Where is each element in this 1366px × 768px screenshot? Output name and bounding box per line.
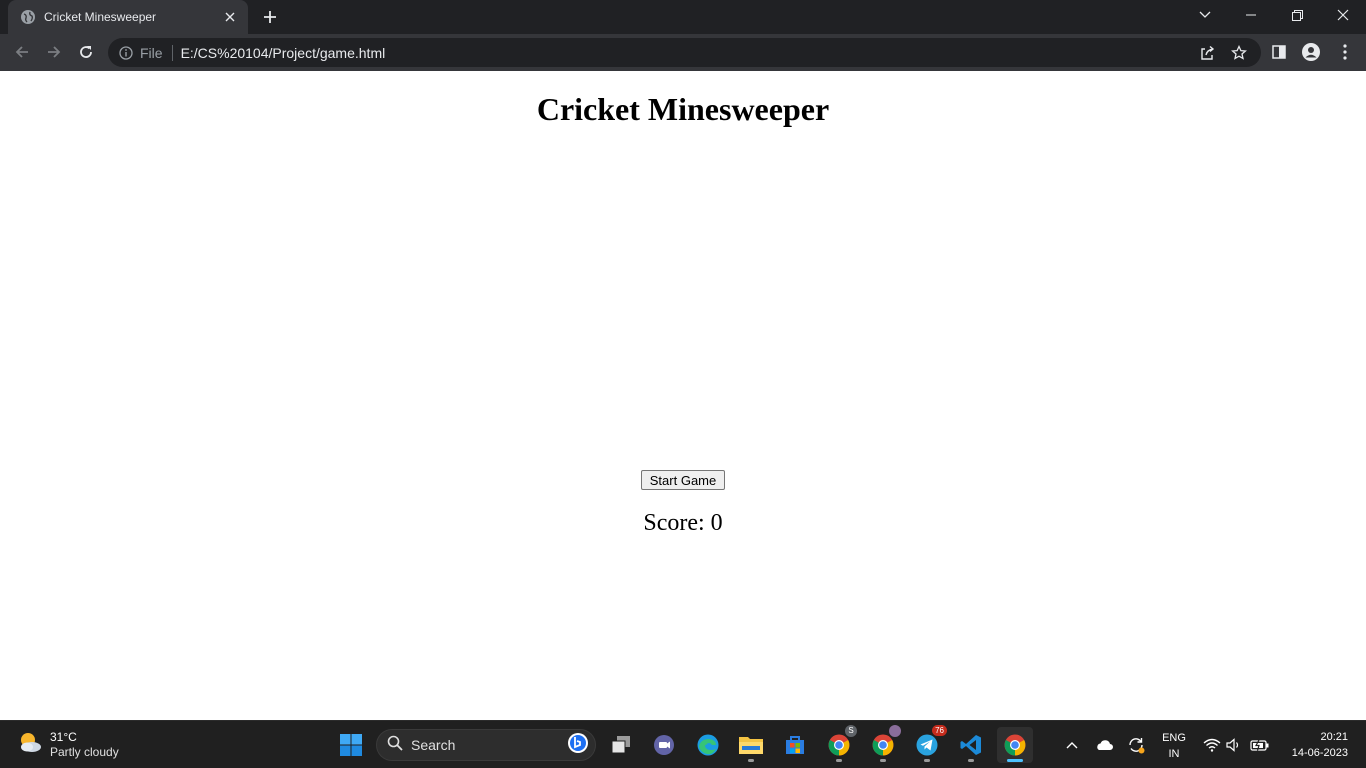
reload-icon[interactable]	[74, 40, 98, 64]
url-text[interactable]: E:/CS%20104/Project/game.html	[181, 45, 386, 61]
site-info-icon[interactable]	[118, 45, 134, 61]
browser-toolbar: File E:/CS%20104/Project/game.html	[0, 34, 1366, 71]
start-button[interactable]	[333, 727, 369, 763]
score-label: Score:	[643, 510, 705, 536]
active-indicator	[1007, 759, 1023, 762]
browser-tab-active[interactable]: Cricket Minesweeper	[8, 0, 248, 34]
system-clock[interactable]: 20:21 14-06-2023	[1280, 729, 1348, 761]
forward-arrow-icon[interactable]	[42, 40, 66, 64]
running-indicator	[924, 759, 930, 762]
weather-temp: 31°C	[50, 729, 77, 744]
language-code: ENG	[1162, 732, 1186, 744]
microsoft-store-icon[interactable]	[777, 727, 813, 763]
telegram-unread-badge: 76	[932, 725, 947, 736]
teams-chat-icon[interactable]	[646, 727, 682, 763]
page-viewport: Cricket Minesweeper Start Game Score: 0	[0, 71, 1366, 720]
profile-avatar-badge-icon	[889, 725, 901, 737]
back-arrow-icon[interactable]	[10, 40, 34, 64]
score-value: 0	[710, 510, 723, 536]
more-menu-icon[interactable]	[1334, 41, 1356, 63]
chrome-profile-alt-icon[interactable]	[865, 725, 901, 763]
restore-button[interactable]	[1274, 0, 1320, 30]
browser-tabstrip: Cricket Minesweeper	[0, 0, 1366, 34]
close-window-button[interactable]	[1320, 0, 1366, 30]
profile-avatar-icon[interactable]	[1300, 41, 1322, 63]
task-view-icon[interactable]	[603, 727, 639, 763]
taskbar: 31°C Partly cloudy Search S 76 ENG IN 20…	[0, 720, 1366, 768]
taskbar-search[interactable]: Search	[376, 729, 596, 761]
file-explorer-icon[interactable]	[733, 727, 769, 763]
edge-icon[interactable]	[690, 727, 726, 763]
running-indicator	[748, 759, 754, 762]
url-scheme-label: File	[140, 44, 163, 61]
new-tab-button[interactable]	[260, 7, 280, 27]
running-indicator	[880, 759, 886, 762]
clock-time: 20:21	[1320, 731, 1348, 743]
close-tab-icon[interactable]	[222, 9, 238, 25]
address-bar[interactable]: File E:/CS%20104/Project/game.html	[108, 38, 1261, 67]
weather-condition: Partly cloudy	[50, 744, 119, 759]
side-panel-icon[interactable]	[1268, 41, 1290, 63]
battery-charging-icon[interactable]	[1250, 735, 1270, 755]
clock-date: 14-06-2023	[1291, 747, 1348, 759]
telegram-icon[interactable]: 76	[909, 725, 947, 763]
minimize-button[interactable]	[1228, 0, 1274, 30]
profile-badge: S	[845, 725, 857, 737]
input-language[interactable]: ENG IN	[1160, 730, 1188, 762]
page-title: Cricket Minesweeper	[536, 91, 830, 127]
volume-icon[interactable]	[1224, 735, 1244, 755]
vscode-icon[interactable]	[953, 727, 989, 763]
tab-search-chevron-icon[interactable]	[1182, 0, 1228, 30]
search-icon	[387, 735, 403, 756]
chrome-active-icon[interactable]	[997, 727, 1033, 763]
tab-title: Cricket Minesweeper	[44, 10, 157, 24]
region-code: IN	[1168, 748, 1180, 760]
chrome-profile-s-icon[interactable]: S	[821, 725, 857, 763]
globe-icon	[20, 9, 36, 25]
omnibox-divider	[171, 44, 173, 61]
share-icon[interactable]	[1198, 44, 1216, 62]
onedrive-cloud-icon[interactable]	[1094, 735, 1114, 755]
wifi-icon[interactable]	[1202, 735, 1222, 755]
weather-widget[interactable]: 31°C Partly cloudy	[16, 728, 119, 761]
bookmark-star-icon[interactable]	[1230, 44, 1248, 62]
sync-update-icon[interactable]	[1126, 735, 1146, 755]
search-label: Search	[411, 737, 456, 753]
score-display: Score: 0	[0, 510, 1366, 537]
running-indicator	[836, 759, 842, 762]
partly-cloudy-icon	[16, 728, 44, 761]
running-indicator	[968, 759, 974, 762]
start-game-button[interactable]: Start Game	[641, 470, 725, 490]
show-hidden-icons-chevron-icon[interactable]	[1062, 735, 1082, 755]
bing-icon[interactable]	[567, 732, 589, 759]
